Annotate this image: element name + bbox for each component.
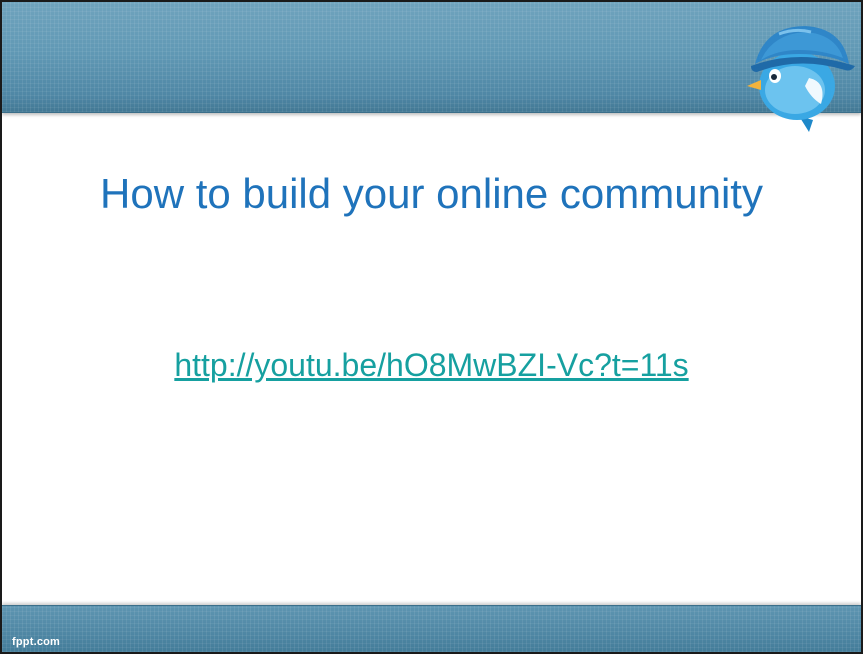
slide-title: How to build your online community (100, 170, 763, 217)
header-band (2, 2, 861, 113)
slide: How to build your online community http:… (0, 0, 863, 654)
bird-mascot-icon (747, 26, 855, 132)
youtube-link[interactable]: http://youtu.be/hO8MwBZI-Vc?t=11s (2, 347, 861, 384)
footer-brand-label: fppt.com (12, 636, 61, 648)
footer-band: fppt.com (2, 605, 861, 652)
